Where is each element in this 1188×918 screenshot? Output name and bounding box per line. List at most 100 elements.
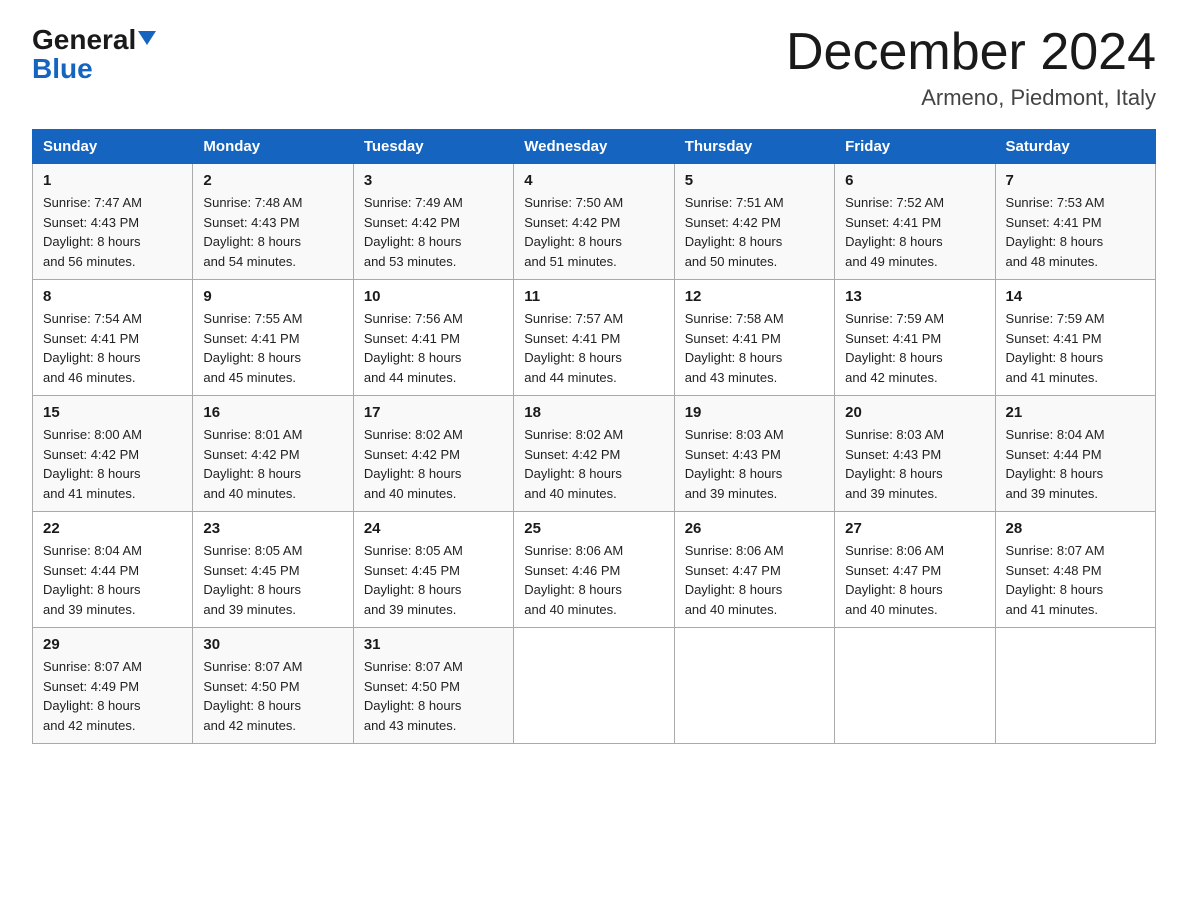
calendar-day-cell: 16 Sunrise: 8:01 AMSunset: 4:42 PMDayligh… xyxy=(193,396,353,512)
calendar-day-cell: 6 Sunrise: 7:52 AMSunset: 4:41 PMDaylight… xyxy=(835,164,995,280)
calendar-day-cell: 9Sunrise: 7:55 AMSunset: 4:41 PMDaylight… xyxy=(193,280,353,396)
day-number: 4 xyxy=(524,172,663,189)
calendar-day-cell: 29 Sunrise: 8:07 AMSunset: 4:49 PMDayligh… xyxy=(33,628,193,744)
calendar-day-cell: 4 Sunrise: 7:50 AMSunset: 4:42 PMDaylight… xyxy=(514,164,674,280)
day-info: Sunrise: 8:02 AMSunset: 4:42 PMDaylight:… xyxy=(524,425,663,503)
day-info: Sunrise: 7:47 AMSunset: 4:43 PMDaylight:… xyxy=(43,193,182,271)
calendar-day-cell: 17 Sunrise: 8:02 AMSunset: 4:42 PMDayligh… xyxy=(353,396,513,512)
day-info: Sunrise: 7:56 AMSunset: 4:41 PMDaylight:… xyxy=(364,309,503,387)
day-number: 30 xyxy=(203,636,342,653)
day-number: 8 xyxy=(43,288,182,305)
day-info: Sunrise: 8:07 AMSunset: 4:49 PMDaylight:… xyxy=(43,657,182,735)
calendar-day-cell xyxy=(514,628,674,744)
calendar-day-cell: 10 Sunrise: 7:56 AMSunset: 4:41 PMDayligh… xyxy=(353,280,513,396)
day-number: 23 xyxy=(203,520,342,537)
calendar-day-cell: 26 Sunrise: 8:06 AMSunset: 4:47 PMDayligh… xyxy=(674,512,834,628)
day-info: Sunrise: 7:51 AMSunset: 4:42 PMDaylight:… xyxy=(685,193,824,271)
day-number: 27 xyxy=(845,520,984,537)
day-info: Sunrise: 7:57 AMSunset: 4:41 PMDaylight:… xyxy=(524,309,663,387)
calendar-day-cell xyxy=(995,628,1155,744)
calendar-day-cell: 30 Sunrise: 8:07 AMSunset: 4:50 PMDayligh… xyxy=(193,628,353,744)
day-number: 3 xyxy=(364,172,503,189)
logo: General Blue xyxy=(32,24,156,85)
calendar-day-cell: 25 Sunrise: 8:06 AMSunset: 4:46 PMDayligh… xyxy=(514,512,674,628)
day-number: 29 xyxy=(43,636,182,653)
calendar-day-cell: 2 Sunrise: 7:48 AMSunset: 4:43 PMDaylight… xyxy=(193,164,353,280)
day-number: 17 xyxy=(364,404,503,421)
calendar-day-cell: 5 Sunrise: 7:51 AMSunset: 4:42 PMDaylight… xyxy=(674,164,834,280)
calendar-day-cell: 15Sunrise: 8:00 AMSunset: 4:42 PMDayligh… xyxy=(33,396,193,512)
calendar-day-cell: 14 Sunrise: 7:59 AMSunset: 4:41 PMDayligh… xyxy=(995,280,1155,396)
day-info: Sunrise: 8:02 AMSunset: 4:42 PMDaylight:… xyxy=(364,425,503,503)
day-number: 31 xyxy=(364,636,503,653)
day-info: Sunrise: 8:03 AMSunset: 4:43 PMDaylight:… xyxy=(845,425,984,503)
day-number: 10 xyxy=(364,288,503,305)
calendar-day-cell xyxy=(674,628,834,744)
calendar-header-row: Sunday Monday Tuesday Wednesday Thursday… xyxy=(33,130,1156,164)
day-number: 21 xyxy=(1006,404,1145,421)
day-number: 1 xyxy=(43,172,182,189)
day-info: Sunrise: 8:01 AMSunset: 4:42 PMDaylight:… xyxy=(203,425,342,503)
col-saturday: Saturday xyxy=(995,130,1155,164)
day-info: Sunrise: 8:06 AMSunset: 4:47 PMDaylight:… xyxy=(685,541,824,619)
month-year-title: December 2024 xyxy=(786,24,1156,81)
day-number: 25 xyxy=(524,520,663,537)
day-number: 13 xyxy=(845,288,984,305)
day-number: 2 xyxy=(203,172,342,189)
col-friday: Friday xyxy=(835,130,995,164)
day-info: Sunrise: 8:05 AMSunset: 4:45 PMDaylight:… xyxy=(364,541,503,619)
calendar-day-cell: 13Sunrise: 7:59 AMSunset: 4:41 PMDayligh… xyxy=(835,280,995,396)
day-number: 16 xyxy=(203,404,342,421)
calendar-day-cell: 28 Sunrise: 8:07 AMSunset: 4:48 PMDayligh… xyxy=(995,512,1155,628)
calendar-day-cell xyxy=(835,628,995,744)
calendar-day-cell: 18Sunrise: 8:02 AMSunset: 4:42 PMDayligh… xyxy=(514,396,674,512)
day-info: Sunrise: 7:59 AMSunset: 4:41 PMDaylight:… xyxy=(1006,309,1145,387)
day-info: Sunrise: 8:04 AMSunset: 4:44 PMDaylight:… xyxy=(1006,425,1145,503)
calendar-day-cell: 12Sunrise: 7:58 AMSunset: 4:41 PMDayligh… xyxy=(674,280,834,396)
calendar-day-cell: 7 Sunrise: 7:53 AMSunset: 4:41 PMDaylight… xyxy=(995,164,1155,280)
calendar-day-cell: 11Sunrise: 7:57 AMSunset: 4:41 PMDayligh… xyxy=(514,280,674,396)
logo-blue-text: Blue xyxy=(32,53,93,85)
calendar-day-cell: 27 Sunrise: 8:06 AMSunset: 4:47 PMDayligh… xyxy=(835,512,995,628)
day-number: 14 xyxy=(1006,288,1145,305)
day-info: Sunrise: 8:06 AMSunset: 4:46 PMDaylight:… xyxy=(524,541,663,619)
day-info: Sunrise: 8:07 AMSunset: 4:48 PMDaylight:… xyxy=(1006,541,1145,619)
calendar-day-cell: 31 Sunrise: 8:07 AMSunset: 4:50 PMDayligh… xyxy=(353,628,513,744)
day-info: Sunrise: 7:48 AMSunset: 4:43 PMDaylight:… xyxy=(203,193,342,271)
day-info: Sunrise: 8:03 AMSunset: 4:43 PMDaylight:… xyxy=(685,425,824,503)
location-subtitle: Armeno, Piedmont, Italy xyxy=(786,85,1156,111)
day-info: Sunrise: 8:04 AMSunset: 4:44 PMDaylight:… xyxy=(43,541,182,619)
day-number: 5 xyxy=(685,172,824,189)
calendar-week-row: 22 Sunrise: 8:04 AMSunset: 4:44 PMDayligh… xyxy=(33,512,1156,628)
day-info: Sunrise: 7:50 AMSunset: 4:42 PMDaylight:… xyxy=(524,193,663,271)
calendar-week-row: 15Sunrise: 8:00 AMSunset: 4:42 PMDayligh… xyxy=(33,396,1156,512)
calendar-day-cell: 23Sunrise: 8:05 AMSunset: 4:45 PMDayligh… xyxy=(193,512,353,628)
day-info: Sunrise: 8:07 AMSunset: 4:50 PMDaylight:… xyxy=(364,657,503,735)
calendar-day-cell: 21 Sunrise: 8:04 AMSunset: 4:44 PMDayligh… xyxy=(995,396,1155,512)
col-wednesday: Wednesday xyxy=(514,130,674,164)
calendar-day-cell: 8Sunrise: 7:54 AMSunset: 4:41 PMDaylight… xyxy=(33,280,193,396)
calendar-table: Sunday Monday Tuesday Wednesday Thursday… xyxy=(32,129,1156,744)
logo-arrow-icon xyxy=(138,31,156,45)
day-number: 7 xyxy=(1006,172,1145,189)
calendar-week-row: 1 Sunrise: 7:47 AMSunset: 4:43 PMDaylight… xyxy=(33,164,1156,280)
calendar-day-cell: 24Sunrise: 8:05 AMSunset: 4:45 PMDayligh… xyxy=(353,512,513,628)
day-info: Sunrise: 7:52 AMSunset: 4:41 PMDaylight:… xyxy=(845,193,984,271)
day-number: 26 xyxy=(685,520,824,537)
day-info: Sunrise: 8:06 AMSunset: 4:47 PMDaylight:… xyxy=(845,541,984,619)
calendar-week-row: 29 Sunrise: 8:07 AMSunset: 4:49 PMDayligh… xyxy=(33,628,1156,744)
day-number: 28 xyxy=(1006,520,1145,537)
calendar-day-cell: 3 Sunrise: 7:49 AMSunset: 4:42 PMDaylight… xyxy=(353,164,513,280)
col-monday: Monday xyxy=(193,130,353,164)
day-number: 22 xyxy=(43,520,182,537)
day-number: 6 xyxy=(845,172,984,189)
logo-general-text: General xyxy=(32,24,136,56)
day-info: Sunrise: 8:00 AMSunset: 4:42 PMDaylight:… xyxy=(43,425,182,503)
day-info: Sunrise: 7:49 AMSunset: 4:42 PMDaylight:… xyxy=(364,193,503,271)
day-info: Sunrise: 7:58 AMSunset: 4:41 PMDaylight:… xyxy=(685,309,824,387)
calendar-day-cell: 1 Sunrise: 7:47 AMSunset: 4:43 PMDaylight… xyxy=(33,164,193,280)
col-sunday: Sunday xyxy=(33,130,193,164)
day-info: Sunrise: 7:53 AMSunset: 4:41 PMDaylight:… xyxy=(1006,193,1145,271)
day-info: Sunrise: 8:07 AMSunset: 4:50 PMDaylight:… xyxy=(203,657,342,735)
day-number: 19 xyxy=(685,404,824,421)
